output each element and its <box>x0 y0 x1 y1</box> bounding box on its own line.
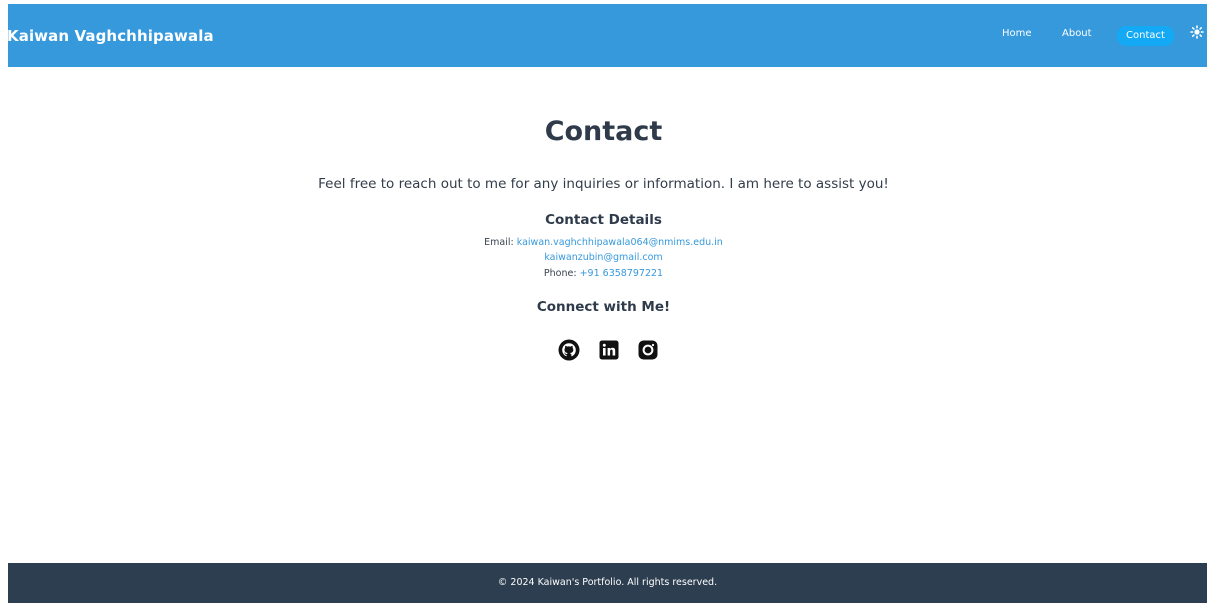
contact-details-heading: Contact Details <box>545 212 662 228</box>
intro-text: Feel free to reach out to me for any inq… <box>318 176 889 192</box>
site-footer: © 2024 Kaiwan's Portfolio. All rights re… <box>8 563 1207 603</box>
github-icon <box>558 339 580 361</box>
nav-contact-link[interactable]: Contact <box>1117 26 1174 46</box>
nav-about-link[interactable]: About <box>1062 28 1092 39</box>
page-title: Contact <box>544 116 663 147</box>
email-primary-link[interactable]: kaiwan.vaghchhipawala064@nmims.edu.in <box>517 237 723 248</box>
email-row: Email: kaiwan.vaghchhipawala064@nmims.ed… <box>0 236 1207 250</box>
instagram-icon <box>638 340 658 360</box>
phone-row: Phone: +91 6358797221 <box>0 267 1207 281</box>
brand-name: Kaiwan Vaghchhipawala <box>7 26 214 45</box>
site-brand[interactable]: Kaiwan Vaghchhipawala <box>7 4 214 67</box>
linkedin-icon <box>599 340 619 360</box>
github-link[interactable] <box>558 339 580 361</box>
linkedin-link[interactable] <box>598 339 620 361</box>
instagram-link[interactable] <box>637 339 659 361</box>
connect-heading: Connect with Me! <box>536 299 671 315</box>
copyright-text: © 2024 Kaiwan's Portfolio. All rights re… <box>497 577 718 588</box>
sun-icon <box>1190 25 1204 39</box>
site-header: Kaiwan Vaghchhipawala Home About Contact <box>7 4 1207 67</box>
email-label: Email: <box>484 237 514 248</box>
nav-home-link[interactable]: Home <box>1002 28 1032 39</box>
page: Kaiwan Vaghchhipawala Home About Contact <box>0 0 1207 603</box>
phone-link[interactable]: +91 6358797221 <box>580 268 664 279</box>
contact-section: Contact Feel free to reach out to me for… <box>0 67 1207 563</box>
social-links <box>0 339 1207 363</box>
theme-toggle-button[interactable] <box>1190 24 1204 39</box>
phone-label: Phone: <box>543 268 577 279</box>
email-secondary-link[interactable]: kaiwanzubin@gmail.com <box>544 252 662 263</box>
email-secondary-row: kaiwanzubin@gmail.com <box>0 251 1207 265</box>
